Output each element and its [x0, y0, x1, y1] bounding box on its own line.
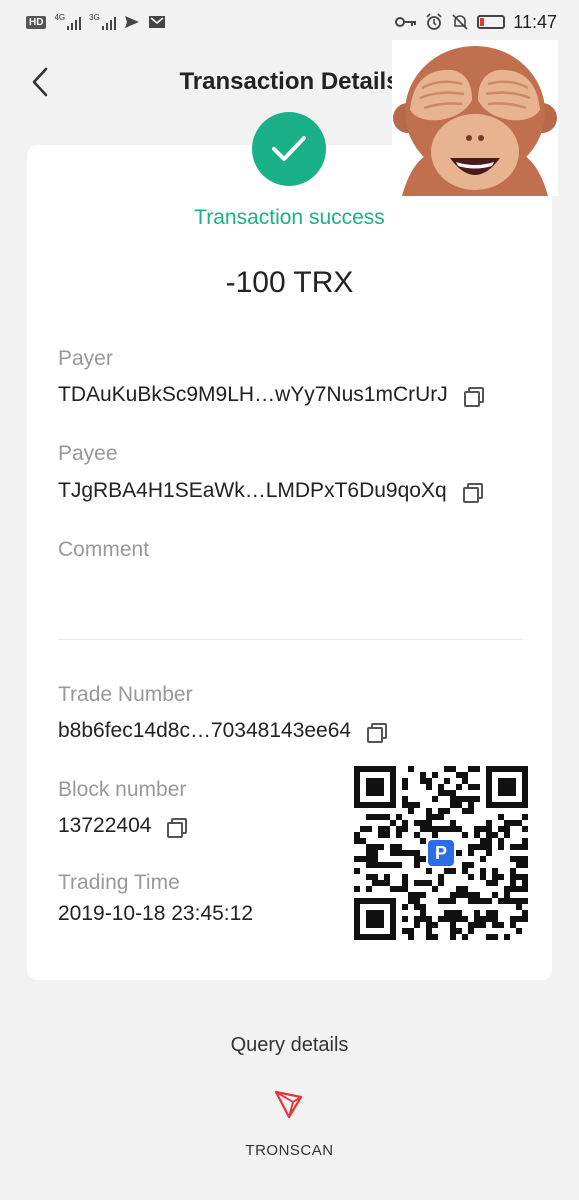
mute-bell-icon — [452, 14, 468, 30]
battery-icon — [477, 15, 506, 29]
tron-logo-icon[interactable] — [273, 1088, 305, 1120]
network-type-label-2: 3G — [89, 13, 100, 22]
copy-payee-icon[interactable] — [461, 481, 483, 503]
tronscan-link[interactable]: TRONSCAN — [0, 1142, 579, 1159]
copy-trade-number-icon[interactable] — [365, 721, 388, 743]
mail-icon — [148, 16, 165, 28]
copy-payer-icon[interactable] — [462, 385, 484, 407]
status-left: HD 4G 3G — [26, 14, 166, 30]
section-divider — [58, 639, 522, 640]
transaction-status: Transaction success — [194, 206, 385, 229]
payee-address: TJgRBA4H1SEaWk…LMDPxT6Du9qoXq — [58, 479, 447, 502]
success-badge — [252, 112, 326, 186]
query-details-link[interactable]: Query details — [0, 1034, 579, 1057]
trade-number-label: Trade Number — [58, 683, 193, 706]
payer-label: Payer — [58, 347, 113, 370]
comment-label: Comment — [58, 538, 150, 561]
block-number-value: 13722404 — [58, 814, 152, 837]
trade-number-row: b8b6fec14d8c…70348143ee64 — [58, 719, 388, 743]
trading-time-label: Trading Time — [58, 871, 180, 894]
alarm-icon — [426, 13, 442, 30]
checkmark-icon — [272, 136, 306, 161]
status-bar: HD 4G 3G 11:47 — [0, 0, 579, 44]
payer-row: TDAuKuBkSc9M9LH…wYy7Nus1mCrUrJ — [58, 383, 484, 407]
copy-block-number-icon[interactable] — [165, 816, 188, 838]
payer-address: TDAuKuBkSc9M9LH…wYy7Nus1mCrUrJ — [58, 383, 448, 406]
payee-row: TJgRBA4H1SEaWk…LMDPxT6Du9qoXq — [58, 479, 483, 503]
hd-badge: HD — [26, 15, 47, 29]
network-type-label: 4G — [54, 13, 66, 22]
trade-number-value: b8b6fec14d8c…70348143ee64 — [58, 719, 352, 742]
block-number-row: 13722404 — [58, 814, 188, 838]
send-icon — [124, 16, 139, 28]
status-right: 11:47 — [395, 12, 557, 33]
qr-logo-icon: P — [426, 838, 456, 868]
see-no-evil-monkey-icon — [392, 40, 558, 196]
key-icon — [395, 17, 417, 27]
trading-time-value: 2019-10-18 23:45:12 — [58, 902, 253, 925]
signal-icon-2: 3G — [89, 14, 116, 30]
payee-label: Payee — [58, 442, 118, 465]
clock-time: 11:47 — [513, 11, 557, 32]
transaction-amount: -100 TRX — [225, 266, 354, 299]
block-number-label: Block number — [58, 778, 187, 801]
signal-icon: 4G — [54, 13, 82, 30]
qr-code: P — [354, 766, 528, 940]
